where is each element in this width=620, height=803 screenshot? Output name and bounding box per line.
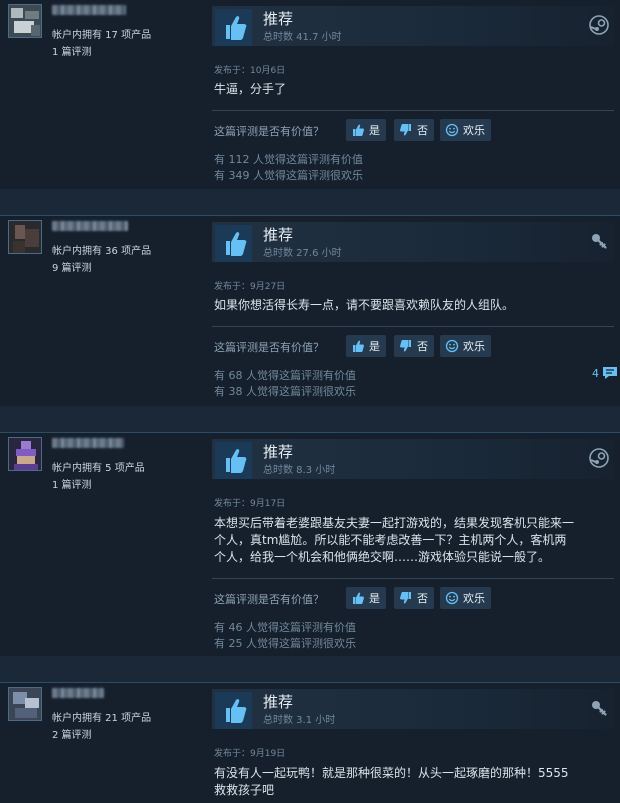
posted-date: 发布于：9月27日 xyxy=(214,282,286,292)
owned-products[interactable]: 帐户内拥有 36 项产品 xyxy=(52,242,151,257)
funny-count: 有 349 人觉得这篇评测很欢乐 xyxy=(214,169,363,182)
helpful-count: 有 46 人觉得这篇评测有价值 xyxy=(214,621,356,634)
helpful-question: 这篇评测是否有价值？ xyxy=(214,593,324,606)
hours-on-record: 总时数 41.7 小时 xyxy=(263,32,342,43)
review-text: 如果你想活得长寿一点，请不要跟喜欢赖队友的人组队。 xyxy=(214,298,515,312)
posted-date: 发布于：9月19日 xyxy=(214,749,286,759)
comment-count[interactable]: 4 xyxy=(592,367,599,380)
posted-date: 发布于：9月17日 xyxy=(214,499,286,509)
helpful-question: 这篇评测是否有价值？ xyxy=(214,341,324,354)
thumbs-down-icon xyxy=(400,124,411,136)
divider xyxy=(212,110,614,111)
smiley-icon xyxy=(445,123,459,137)
review-count[interactable]: 2 篇评测 xyxy=(52,726,92,741)
recommended-label: 推荐 xyxy=(263,10,294,28)
username-blurred[interactable] xyxy=(52,5,126,15)
vote-funny-button[interactable]: 欢乐 xyxy=(440,335,491,357)
review-gap xyxy=(0,656,620,682)
thumbs-up-icon xyxy=(353,340,364,352)
thumbs-up-icon xyxy=(353,124,364,136)
review-text-line: 个人，给我一个机会和他俩绝交啊……游戏体验只能说一般了。 xyxy=(214,550,551,564)
owned-products[interactable]: 帐户内拥有 21 项产品 xyxy=(52,709,151,724)
review-text-line: 本想买后带着老婆跟基友夫妻一起打游戏的，结果发现客机只能来一 xyxy=(214,516,575,530)
review-text-line: 个人，真tm尴尬。所以能不能考虑改善一下？主机两个人，客机两 xyxy=(214,533,567,547)
thumbs-up-icon xyxy=(215,692,252,729)
review-text: 牛逼，分手了 xyxy=(214,82,287,96)
owned-products[interactable]: 帐户内拥有 5 项产品 xyxy=(52,459,145,474)
steam-icon xyxy=(589,448,609,468)
avatar[interactable] xyxy=(8,687,42,721)
hours-on-record: 总时数 3.1 小时 xyxy=(263,715,336,726)
key-icon xyxy=(589,231,609,251)
hours-on-record: 总时数 8.3 小时 xyxy=(263,465,336,476)
vote-no-button[interactable]: 否 xyxy=(394,587,434,609)
posted-date: 发布于：10月6日 xyxy=(214,66,286,76)
thumbs-up-icon xyxy=(215,442,252,479)
smiley-icon xyxy=(445,591,459,605)
steam-icon xyxy=(589,15,609,35)
helpful-question: 这篇评测是否有价值？ xyxy=(214,125,324,138)
recommended-label: 推荐 xyxy=(263,226,294,244)
funny-count: 有 38 人觉得这篇评测很欢乐 xyxy=(214,385,356,398)
thumbs-up-icon xyxy=(353,592,364,604)
review-card: 帐户内拥有 5 项产品 1 篇评测 推荐 总时数 8.3 小时 发布于：9月17… xyxy=(0,432,620,656)
review-count[interactable]: 1 篇评测 xyxy=(52,43,92,58)
username-blurred[interactable] xyxy=(52,221,128,231)
comments-link[interactable]: 4 xyxy=(592,366,618,380)
divider xyxy=(212,326,614,327)
review-header[interactable]: 推荐 总时数 8.3 小时 xyxy=(212,439,614,479)
key-icon xyxy=(589,698,609,718)
smiley-icon xyxy=(445,339,459,353)
recommended-label: 推荐 xyxy=(263,693,294,711)
review-text: 本想买后带着老婆跟基友夫妻一起打游戏的，结果发现客机只能来一 个人，真tm尴尬。… xyxy=(214,515,614,566)
review-card: 帐户内拥有 36 项产品 9 篇评测 推荐 总时数 27.6 小时 发布于：9月… xyxy=(0,215,620,406)
thumbs-down-icon xyxy=(400,592,411,604)
vote-yes-button[interactable]: 是 xyxy=(346,335,386,357)
thumbs-down-icon xyxy=(400,340,411,352)
vote-no-button[interactable]: 否 xyxy=(394,335,434,357)
speech-bubble-icon xyxy=(603,367,617,379)
review-gap xyxy=(0,406,620,432)
vote-yes-button[interactable]: 是 xyxy=(346,119,386,141)
thumbs-up-icon xyxy=(215,225,252,262)
thumbs-up-icon xyxy=(215,9,252,46)
review-card: 帐户内拥有 21 项产品 2 篇评测 推荐 总时数 3.1 小时 发布于：9月1… xyxy=(0,682,620,803)
review-text-line: 有没有人一起玩鸭！就是那种很菜的！从头一起琢磨的那种！5555 xyxy=(214,766,569,780)
vote-funny-button[interactable]: 欢乐 xyxy=(440,119,491,141)
owned-products[interactable]: 帐户内拥有 17 项产品 xyxy=(52,26,151,41)
avatar[interactable] xyxy=(8,437,42,471)
username-blurred[interactable] xyxy=(52,688,104,698)
review-header[interactable]: 推荐 总时数 41.7 小时 xyxy=(212,6,614,46)
username-blurred[interactable] xyxy=(52,438,124,448)
helpful-count: 有 68 人觉得这篇评测有价值 xyxy=(214,369,356,382)
review-count[interactable]: 9 篇评测 xyxy=(52,259,92,274)
review-header[interactable]: 推荐 总时数 27.6 小时 xyxy=(212,222,614,262)
avatar[interactable] xyxy=(8,220,42,254)
vote-no-button[interactable]: 否 xyxy=(394,119,434,141)
avatar[interactable] xyxy=(8,4,42,38)
funny-count: 有 25 人觉得这篇评测很欢乐 xyxy=(214,637,356,650)
review-gap xyxy=(0,189,620,215)
review-text: 有没有人一起玩鸭！就是那种很菜的！从头一起琢磨的那种！5555 救救孩子吧 xyxy=(214,765,614,799)
hours-on-record: 总时数 27.6 小时 xyxy=(263,248,342,259)
review-text-line: 救救孩子吧 xyxy=(214,783,275,797)
review-card: 帐户内拥有 17 项产品 1 篇评测 推荐 总时数 41.7 小时 发布于：10… xyxy=(0,0,620,189)
divider xyxy=(212,578,614,579)
recommended-label: 推荐 xyxy=(263,443,294,461)
review-count[interactable]: 1 篇评测 xyxy=(52,476,92,491)
review-header[interactable]: 推荐 总时数 3.1 小时 xyxy=(212,689,614,729)
helpful-count: 有 112 人觉得这篇评测有价值 xyxy=(214,153,363,166)
vote-yes-button[interactable]: 是 xyxy=(346,587,386,609)
vote-funny-button[interactable]: 欢乐 xyxy=(440,587,491,609)
